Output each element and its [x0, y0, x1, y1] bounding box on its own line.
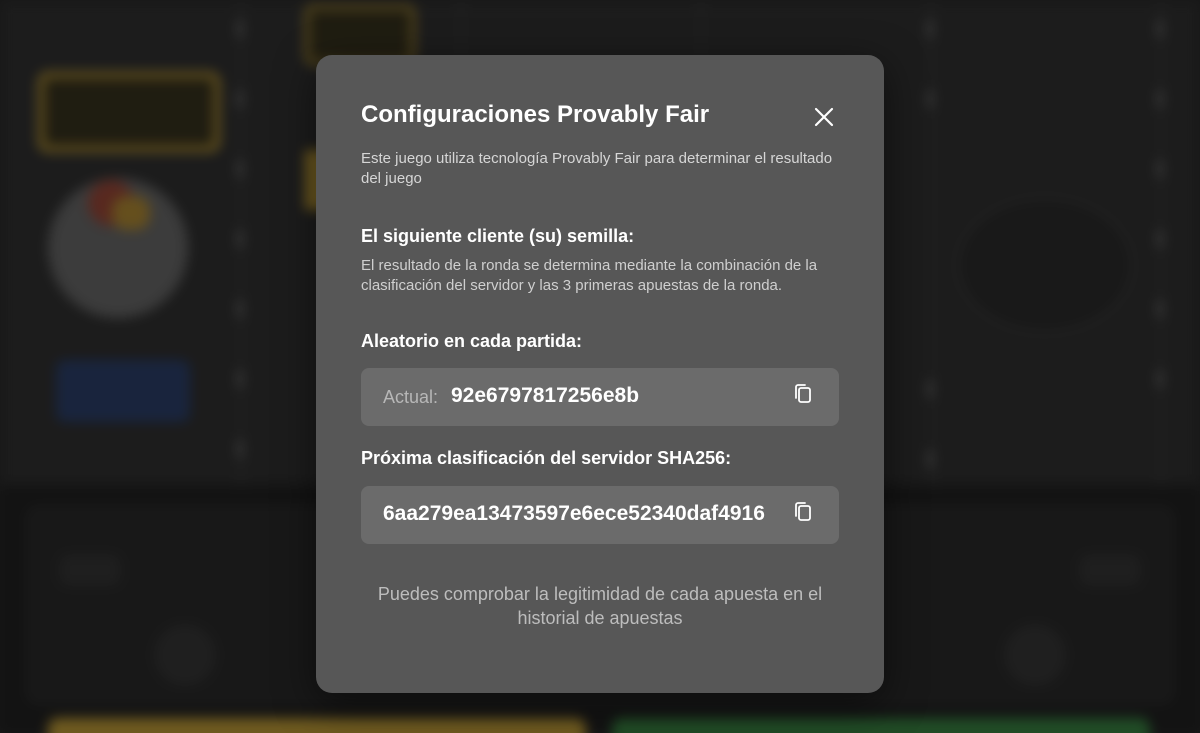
verification-note: Puedes comprobar la legitimidad de cada …	[377, 584, 823, 628]
modal-title: Configuraciones Provably Fair	[361, 101, 710, 128]
intro-text: Este juego utiliza tecnología Provably F…	[361, 150, 833, 187]
provably-fair-modal: Configuraciones Provably Fair Este juego…	[316, 55, 884, 693]
copy-current-seed-button[interactable]	[793, 383, 817, 409]
close-icon	[814, 107, 834, 127]
current-seed-label: Actual:	[383, 387, 439, 407]
server-seed-heading: Próxima clasificación del servidor SHA25…	[361, 448, 732, 468]
close-button[interactable]	[811, 104, 837, 130]
copy-icon	[795, 384, 811, 403]
client-seed-heading: El siguiente cliente (su) semilla:	[361, 226, 635, 246]
client-seed-description: El resultado de la ronda se determina me…	[361, 257, 818, 294]
current-seed-value: 92e6797817256e8b	[451, 384, 640, 407]
current-seed-field: Actual: 92e6797817256e8b	[361, 368, 839, 426]
copy-icon	[795, 502, 811, 521]
server-seed-value: 6aa279ea13473597e6ece52340daf4916	[383, 502, 765, 525]
copy-server-seed-button[interactable]	[793, 501, 817, 527]
server-seed-field: 6aa279ea13473597e6ece52340daf4916	[361, 486, 839, 544]
random-seed-heading: Aleatorio en cada partida:	[361, 331, 583, 351]
